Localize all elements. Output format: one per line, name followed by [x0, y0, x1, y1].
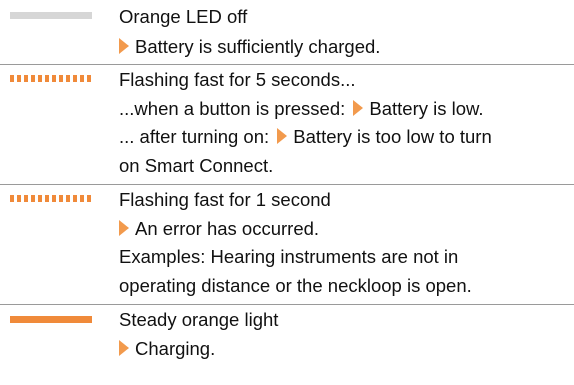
row3-result: An error has occurred. [119, 218, 319, 240]
row3-title: Flashing fast for 1 second [119, 189, 331, 210]
led-flashing-indicator [10, 195, 92, 202]
row3-example-line2: operating distance or the neckloop is op… [119, 275, 472, 296]
row1-title: Orange LED off [119, 6, 248, 27]
row2-line3: ... after turning on: Battery is too low… [119, 126, 492, 147]
row4-result: Charging. [119, 338, 215, 360]
row2-line2: ...when a button is pressed: Battery is … [119, 98, 484, 119]
arrow-icon [353, 100, 364, 116]
arrow-icon [119, 340, 129, 356]
arrow-icon [277, 128, 288, 144]
row2-line4: on Smart Connect. [119, 155, 274, 176]
arrow-icon [119, 220, 129, 236]
row1-result: Battery is sufficiently charged. [119, 36, 380, 58]
led-off-indicator [10, 12, 92, 19]
row4-title: Steady orange light [119, 309, 279, 330]
led-steady-indicator [10, 316, 92, 323]
row2-title: Flashing fast for 5 seconds... [119, 69, 356, 90]
arrow-icon [119, 38, 129, 54]
row-divider [0, 184, 574, 185]
row3-example-line1: Examples: Hearing instruments are not in [119, 246, 459, 267]
row-divider [0, 64, 574, 65]
led-flashing-indicator [10, 75, 92, 82]
row-divider [0, 304, 574, 305]
